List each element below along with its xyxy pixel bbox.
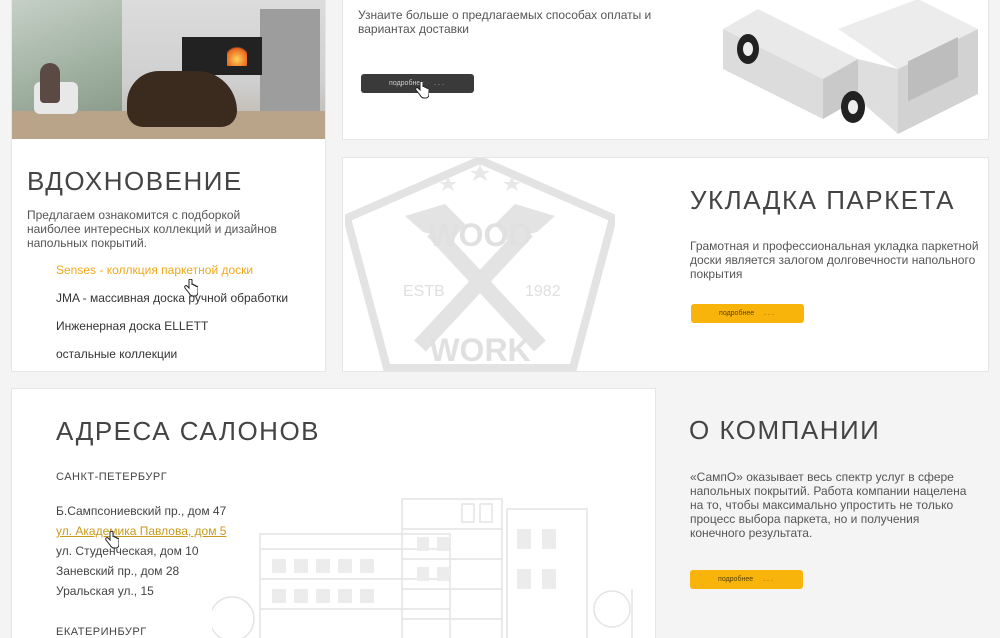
parquet-description: Грамотная и профессиональная укладка пар… <box>690 239 979 281</box>
collection-link-ellett[interactable]: Инженерная доска ELLETT <box>56 319 208 333</box>
address-link[interactable]: ул. Академика Павлова, дом 5 <box>56 524 226 538</box>
parquet-card: WOOD WORK ESTB 1982 УКЛАДКА ПАРКЕТА Грам… <box>342 157 989 372</box>
address-item: Заневский пр., дом 28 <box>56 564 180 578</box>
company-description: «СампО» оказывает весь спектр услуг в сф… <box>690 470 967 540</box>
emblem-left-text: ESTB <box>403 283 445 300</box>
parquet-more-button[interactable]: подробнее... <box>691 304 804 323</box>
city-name-spb: САНКТ-ПЕТЕРБУРГ <box>56 471 168 483</box>
interior-photo <box>12 0 325 139</box>
city-name-ekb: ЕКАТЕРИНБУРГ <box>56 626 147 638</box>
collection-link-jma[interactable]: JMA - массивная доска ручной обработки <box>56 291 288 305</box>
bear-figure <box>127 71 237 127</box>
inspiration-card: ВДОХНОВЕНИЕ Предлагаем ознакомится с под… <box>11 0 326 372</box>
delivery-truck-illustration <box>723 0 978 134</box>
parquet-title: УКЛАДКА ПАРКЕТА <box>690 185 955 215</box>
company-more-button[interactable]: подробнее... <box>690 570 803 589</box>
inspiration-description: Предлагаем ознакомится с подборкой наибо… <box>27 208 277 250</box>
address-item: Б.Сампсониевский пр., дом 47 <box>56 504 227 518</box>
delivery-description: Узнаите больше о предлагаемых способах о… <box>358 8 652 36</box>
woodwork-emblem-icon: WOOD WORK ESTB 1982 <box>345 158 615 371</box>
inspiration-title: ВДОХНОВЕНИЕ <box>27 166 243 196</box>
address-item: ул. Студенческая, дом 10 <box>56 544 199 558</box>
emblem-word-top: WOOD <box>428 217 531 253</box>
address-item: Уральская ул., 15 <box>56 584 154 598</box>
collection-link-senses[interactable]: Senses - коллкция паркетной доски <box>56 263 253 277</box>
emblem-word-bottom: WORK <box>429 332 530 368</box>
hand-cursor-icon <box>105 531 119 549</box>
building-sketch-illustration <box>212 498 633 638</box>
addresses-title: АДРЕСА САЛОНОВ <box>56 416 321 446</box>
collection-link-other[interactable]: остальные коллекции <box>56 347 177 361</box>
addresses-card: АДРЕСА САЛОНОВ САНКТ-ПЕТЕРБУРГ Б.Сампсон… <box>11 388 656 638</box>
delivery-card: Узнаите больше о предлагаемых способах о… <box>342 0 989 140</box>
company-title: О КОМПАНИИ <box>689 415 881 445</box>
emblem-right-text: 1982 <box>525 283 561 300</box>
hand-cursor-icon <box>184 279 198 297</box>
hand-cursor-icon <box>415 81 429 99</box>
